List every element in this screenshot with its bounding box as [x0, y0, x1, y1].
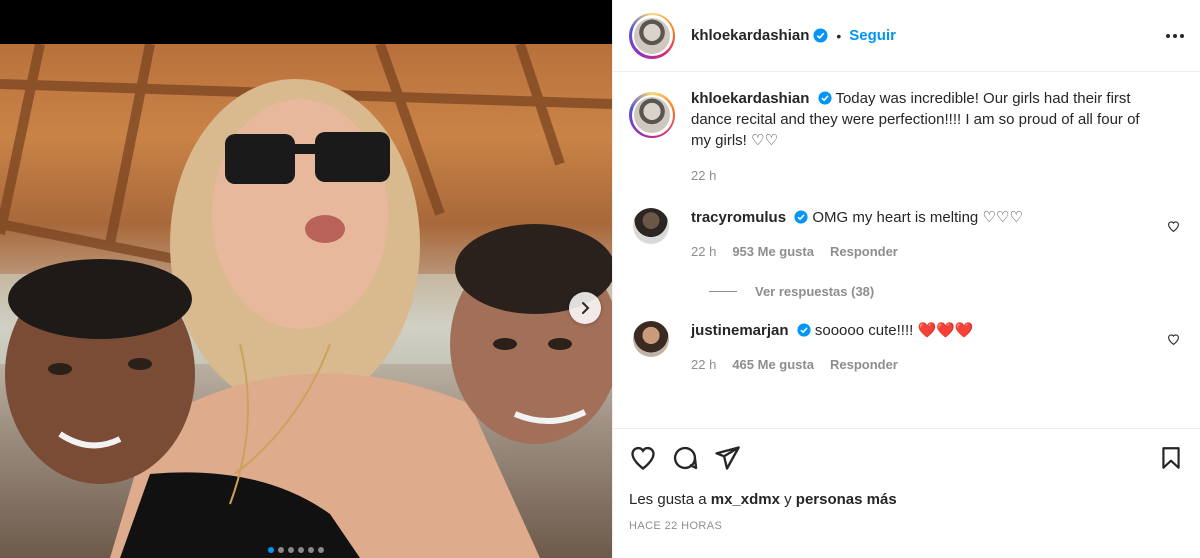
post-photo-panel — [0, 0, 612, 558]
carousel-next-button[interactable] — [569, 292, 601, 324]
carousel-dot — [308, 547, 314, 553]
post-caption: khloekardashian Today was incredible! Ou… — [629, 88, 1184, 186]
post-timestamp[interactable]: HACE 22 HORAS — [629, 520, 1184, 532]
heart-icon[interactable] — [629, 444, 657, 472]
post-actions: Les gusta a mx_xdmx y personas más HACE … — [613, 428, 1200, 532]
separator: • — [836, 27, 842, 44]
author-username[interactable]: khloekardashian — [691, 27, 809, 44]
heart-icon[interactable] — [1167, 220, 1180, 233]
view-replies-button[interactable]: Ver respuestas (38) — [709, 284, 1184, 299]
verified-icon — [794, 210, 808, 224]
comment-likes[interactable]: 953 Me gusta — [732, 242, 814, 262]
liked-by-others[interactable]: personas más — [796, 491, 897, 508]
comments-section: khloekardashian Today was incredible! Ou… — [613, 72, 1200, 428]
comment-likes[interactable]: 465 Me gusta — [732, 355, 814, 375]
verified-icon — [797, 323, 811, 337]
avatar — [634, 17, 670, 54]
comment-time[interactable]: 22 h — [691, 242, 716, 262]
comment-item: tracyromulus OMG my heart is melting ♡♡♡… — [629, 208, 1184, 262]
commenter-avatar[interactable] — [633, 321, 669, 357]
share-icon[interactable] — [713, 444, 741, 472]
comment-text: OMG my heart is melting ♡♡♡ — [812, 209, 1023, 226]
post-sidebar: khloekardashian • Seguir khloekardashian… — [612, 0, 1200, 558]
carousel-dot — [318, 547, 324, 553]
comment-username[interactable]: tracyromulus — [691, 209, 786, 226]
commenter-avatar[interactable] — [633, 208, 669, 244]
liked-by-user[interactable]: mx_xdmx — [711, 491, 780, 508]
verified-icon — [813, 28, 828, 43]
caption-time[interactable]: 22 h — [691, 165, 716, 186]
comment-username[interactable]: justinemarjan — [691, 322, 789, 339]
post-image[interactable] — [0, 44, 612, 558]
carousel-dot — [278, 547, 284, 553]
view-replies-label: Ver respuestas (38) — [755, 284, 875, 299]
more-icon — [1166, 33, 1170, 38]
heart-icon[interactable] — [1167, 333, 1180, 346]
reply-button[interactable]: Responder — [830, 355, 898, 375]
carousel-dot — [288, 547, 294, 553]
divider — [709, 291, 737, 292]
caption-avatar[interactable] — [629, 92, 675, 138]
follow-button[interactable]: Seguir — [849, 27, 896, 44]
post-header: khloekardashian • Seguir — [613, 0, 1200, 72]
comment-item: justinemarjan sooooo cute!!!! ❤️❤️❤️ 22 … — [629, 321, 1184, 375]
likes-summary: Les gusta a mx_xdmx y personas más — [629, 491, 897, 508]
comment-time[interactable]: 22 h — [691, 355, 716, 375]
more-options-button[interactable] — [1166, 33, 1184, 38]
comment-text: sooooo cute!!!! ❤️❤️❤️ — [814, 322, 974, 339]
caption-username[interactable]: khloekardashian — [691, 90, 809, 107]
chevron-right-icon — [582, 302, 590, 314]
carousel-indicator — [268, 547, 324, 553]
carousel-dot — [298, 547, 304, 553]
author-avatar[interactable] — [629, 12, 675, 59]
post-image-illustration — [0, 44, 612, 558]
comment-icon[interactable] — [671, 444, 699, 472]
carousel-dot — [268, 547, 274, 553]
save-icon[interactable] — [1158, 445, 1184, 471]
reply-button[interactable]: Responder — [830, 242, 898, 262]
verified-icon — [818, 91, 832, 105]
avatar — [634, 97, 670, 133]
